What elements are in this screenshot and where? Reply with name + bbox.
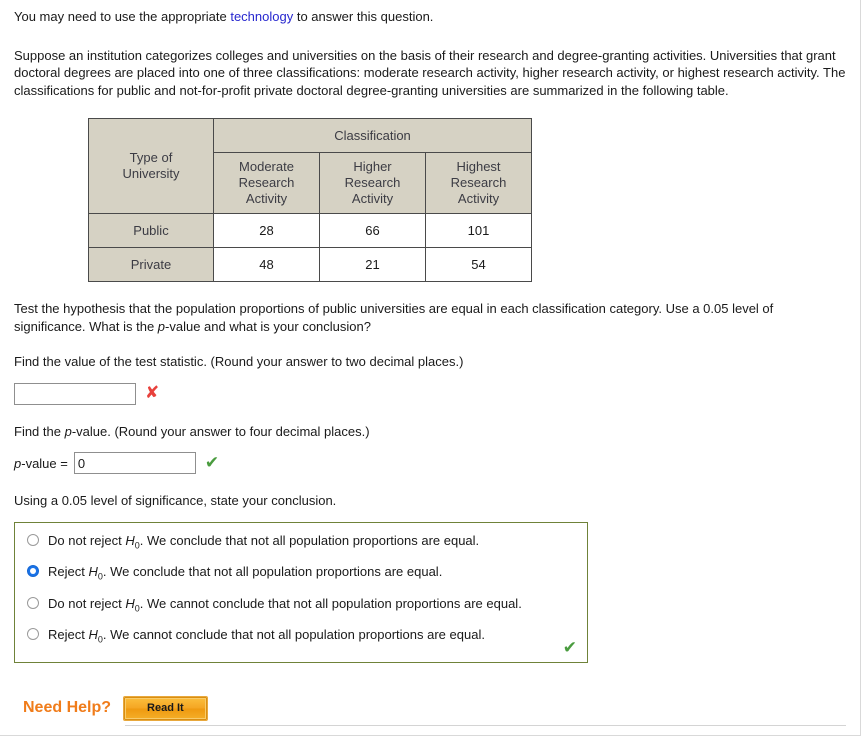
- corner-label-line-1: Type of: [129, 150, 173, 165]
- italic-p: p: [157, 318, 166, 334]
- table-group-header: Classification: [213, 118, 532, 153]
- option-prefix: Reject: [48, 564, 89, 580]
- option-suffix: . We conclude that not all population pr…: [102, 564, 443, 580]
- conclusion-prompt: Using a 0.05 level of significance, stat…: [14, 493, 337, 508]
- radio-button-option-1[interactable]: [27, 533, 39, 546]
- technology-notice-before: You may need to use the appropriate: [14, 9, 231, 24]
- h-symbol: H: [125, 532, 135, 548]
- p-value-label: p-value =: [14, 456, 68, 471]
- col-hdr-line: Research: [450, 175, 507, 190]
- hypothesis-prompt: Test the hypothesis that the population …: [14, 300, 846, 335]
- question-content: You may need to use the appropriate tech…: [0, 0, 860, 721]
- incorrect-icon: ✘: [145, 383, 160, 403]
- col-hdr-line: Activity: [457, 191, 500, 206]
- option-prefix: Do not reject: [48, 595, 126, 611]
- test-statistic-field-row: ✘: [14, 382, 846, 405]
- p-value-field-row: p-value = ✔: [14, 452, 846, 474]
- cell-public-moderate: 28: [213, 213, 320, 248]
- italic-p: p: [64, 423, 72, 439]
- technology-notice-after: to answer this question.: [293, 9, 434, 24]
- radio-button-option-3[interactable]: [27, 596, 39, 609]
- col-hdr-line: Highest: [456, 159, 501, 174]
- radio-button-option-4[interactable]: [27, 628, 39, 641]
- hypothesis-prompt-part2: -value and what is your conclusion?: [165, 318, 371, 334]
- need-help-row: Need Help? Read It: [23, 695, 846, 721]
- column-header-higher: Higher Research Activity: [319, 152, 426, 214]
- option-label-2: Reject H0. We conclude that not all popu…: [48, 564, 442, 585]
- option-row-3[interactable]: Do not reject H0. We cannot conclude tha…: [27, 596, 575, 617]
- option-prefix: Reject: [48, 627, 89, 643]
- corner-label-line-2: University: [122, 166, 180, 181]
- column-header-highest: Highest Research Activity: [425, 152, 532, 214]
- option-label-4: Reject H0. We cannot conclude that not a…: [48, 627, 485, 648]
- bottom-divider: [125, 725, 846, 726]
- correct-icon: ✔: [204, 452, 220, 473]
- column-header-moderate: Moderate Research Activity: [213, 152, 320, 214]
- col-hdr-line: Activity: [245, 191, 288, 206]
- cell-private-moderate: 48: [213, 247, 320, 282]
- p-value-input[interactable]: [73, 452, 196, 474]
- classification-table-wrapper: Type of University Classification Modera…: [88, 118, 846, 282]
- option-suffix: . We cannot conclude that not all popula…: [139, 595, 522, 611]
- col-hdr-line: Higher: [353, 159, 392, 174]
- table-header-row-1: Type of University Classification: [88, 118, 532, 214]
- p-value-prompt: Find the p-value. (Round your answer to …: [14, 423, 846, 441]
- cell-public-highest: 101: [425, 213, 532, 248]
- col-hdr-line: Research: [344, 175, 401, 190]
- classification-table: Type of University Classification Modera…: [88, 118, 532, 282]
- p-value-label-rest: -value =: [21, 455, 68, 471]
- option-suffix: . We cannot conclude that not all popula…: [102, 627, 485, 643]
- cell-private-highest: 54: [425, 247, 532, 282]
- table-row: Public 28 66 101: [88, 213, 532, 248]
- h-symbol: H: [125, 595, 135, 611]
- table-corner-header: Type of University: [88, 118, 214, 214]
- question-page: You may need to use the appropriate tech…: [0, 0, 861, 736]
- need-help-label: Need Help?: [23, 699, 112, 717]
- option-label-1: Do not reject H0. We conclude that not a…: [48, 533, 479, 554]
- test-statistic-prompt: Find the value of the test statistic. (R…: [14, 354, 464, 369]
- hypothesis-prompt-part1: Test the hypothesis that the population …: [14, 301, 774, 334]
- radio-button-option-2[interactable]: [27, 565, 39, 578]
- conclusion-correct-icon: ✔: [562, 637, 577, 658]
- col-hdr-line: Activity: [351, 191, 394, 206]
- row-header-public: Public: [88, 213, 214, 248]
- cell-private-higher: 21: [319, 247, 426, 282]
- h-symbol: H: [88, 564, 98, 580]
- col-hdr-line: Moderate: [239, 159, 294, 174]
- option-label-3: Do not reject H0. We cannot conclude tha…: [48, 596, 522, 617]
- option-prefix: Do not reject: [48, 532, 126, 548]
- h-symbol: H: [88, 627, 98, 643]
- col-hdr-line: Research: [238, 175, 295, 190]
- table-row: Private 48 21 54: [88, 247, 532, 282]
- p-value-prompt-part2: -value. (Round your answer to four decim…: [71, 423, 370, 439]
- technology-notice: You may need to use the appropriate tech…: [14, 8, 846, 26]
- test-statistic-input[interactable]: [14, 382, 136, 405]
- cell-public-higher: 66: [319, 213, 426, 248]
- conclusion-options-box: Do not reject H0. We conclude that not a…: [14, 521, 588, 663]
- option-suffix: . We conclude that not all population pr…: [139, 532, 480, 548]
- technology-link[interactable]: technology: [230, 9, 293, 24]
- problem-statement: Suppose an institution categorizes colle…: [14, 47, 846, 98]
- p-value-prompt-part1: Find the: [14, 423, 65, 439]
- row-header-private: Private: [88, 247, 214, 282]
- read-it-button[interactable]: Read It: [123, 695, 208, 721]
- option-row-4[interactable]: Reject H0. We cannot conclude that not a…: [27, 627, 575, 648]
- option-row-1[interactable]: Do not reject H0. We conclude that not a…: [27, 533, 575, 554]
- option-row-2[interactable]: Reject H0. We conclude that not all popu…: [27, 564, 575, 585]
